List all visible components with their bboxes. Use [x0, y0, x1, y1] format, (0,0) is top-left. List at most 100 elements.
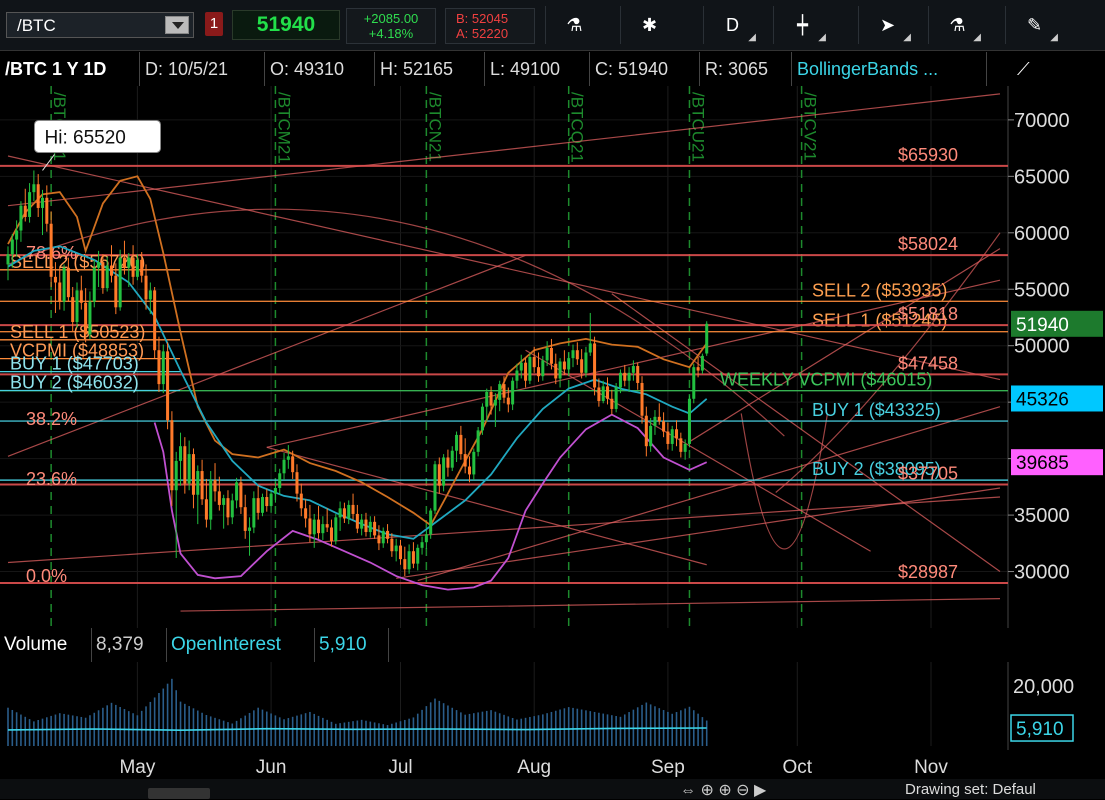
cursor-button[interactable]: ➤ ◢: [858, 6, 916, 44]
bid-ask: B: 52045 A: 52220: [445, 8, 535, 44]
candle-body: [450, 450, 454, 468]
expiry-label: /BTCM21: [274, 92, 293, 164]
candle-body: [644, 415, 648, 447]
candle-body: [411, 551, 415, 564]
study-settings-icon[interactable]: ⟋: [1012, 52, 1052, 86]
study-label[interactable]: BollingerBands ...: [792, 52, 987, 86]
candle-body: [295, 472, 299, 494]
candle-body: [506, 397, 510, 405]
drawing-tools-button[interactable]: ✎ ◢: [1005, 6, 1063, 44]
settings-button[interactable]: ✱: [620, 6, 678, 44]
studies-button[interactable]: ⚗: [545, 6, 603, 44]
candle-body: [653, 416, 657, 426]
candle-body: [209, 480, 213, 520]
trendline: [180, 598, 1001, 612]
candle-body: [575, 350, 579, 360]
zoom-controls[interactable]: ⇔ ⊕ ⊕ ⊖ ▶: [680, 780, 766, 800]
price-change: +2085.00 +4.18%: [346, 8, 436, 44]
y-tick-label: 60000: [1014, 223, 1070, 245]
candle-body: [15, 230, 19, 240]
candle-body: [213, 480, 217, 492]
candle-body: [166, 351, 170, 421]
period-button[interactable]: D ◢: [703, 6, 761, 44]
candle-body: [558, 361, 562, 379]
candle-body: [463, 454, 467, 467]
candle-body: [675, 429, 679, 439]
crosshair-icon[interactable]: ⊕: [700, 782, 713, 799]
candle-body: [140, 259, 144, 276]
x-tick-label: Jun: [256, 757, 287, 778]
level-label: BUY 1 ($43325): [812, 400, 941, 420]
candle-body: [53, 276, 57, 283]
candle-body: [618, 372, 622, 388]
candle-body: [636, 366, 640, 383]
candle-body: [269, 493, 273, 507]
candle-body: [256, 498, 260, 513]
bb-lower-line: [153, 413, 708, 591]
zoom-out-icon[interactable]: ⊖: [736, 782, 749, 799]
candle-body: [265, 497, 269, 507]
cursor-icon: ➤: [879, 15, 896, 35]
candle-body: [114, 275, 118, 308]
volume-axis: 20,000 5,910: [1010, 676, 1074, 742]
candle-body: [49, 223, 53, 277]
candle-body: [381, 530, 385, 544]
candle-body: [472, 451, 476, 475]
arc-line: [775, 232, 1001, 493]
candle-body: [226, 498, 230, 518]
candle-body: [394, 545, 398, 552]
candle-body: [364, 519, 368, 533]
candle-body: [84, 302, 88, 335]
studies-menu-button[interactable]: ⚗ ◢: [928, 6, 986, 44]
candle-body: [110, 265, 114, 276]
chart-style-button[interactable]: ┿ ◢: [773, 6, 831, 44]
candle-body: [489, 392, 493, 406]
candle-body: [528, 357, 532, 381]
candle-body: [329, 527, 333, 542]
pan-icon[interactable]: ⇔: [680, 782, 696, 799]
drawing-set-label[interactable]: Drawing set: Defaul: [905, 781, 1036, 798]
candle-body: [23, 205, 27, 217]
trendline: [266, 446, 707, 566]
symbol-selector[interactable]: /BTC: [6, 12, 194, 38]
candle-body: [480, 406, 484, 431]
time-axis: May Jun Jul Aug Sep Oct Nov: [0, 750, 1105, 779]
candle-body: [118, 257, 122, 308]
candle-body: [170, 420, 174, 491]
chevron-down-icon[interactable]: [165, 16, 189, 34]
zoom-in-icon[interactable]: ⊕: [718, 782, 731, 799]
candle-body: [286, 456, 290, 460]
symbol-text: /BTC: [17, 16, 56, 35]
info-open: O: 49310: [265, 52, 375, 86]
candle-body: [101, 262, 105, 289]
candle-body: [88, 301, 92, 335]
scrollbar-thumb[interactable]: [148, 788, 210, 799]
candle-body: [420, 542, 424, 548]
candle-body: [403, 559, 407, 570]
info-close: C: 51940: [590, 52, 700, 86]
bid-value: B: 52045: [456, 11, 509, 26]
candle-body: [243, 507, 247, 531]
trendline: [7, 496, 1001, 564]
candle-body: [519, 362, 523, 371]
volume-chart[interactable]: 20,000 5,910 May Jun Jul Aug Sep Oct Nov: [0, 662, 1105, 779]
candle-body: [485, 392, 489, 407]
candle-body: [282, 459, 286, 474]
candle-body: [498, 384, 502, 400]
candle-body: [524, 362, 528, 381]
candle-body: [416, 547, 420, 564]
info-low: L: 49100: [485, 52, 590, 86]
candle-body: [191, 454, 195, 495]
candle-body: [536, 367, 541, 377]
candle-body: [308, 518, 312, 535]
candle-body: [342, 508, 346, 519]
candle-body: [545, 347, 549, 361]
candle-body: [10, 239, 14, 255]
bottom-bar: ⇔ ⊕ ⊕ ⊖ ▶ Drawing set: Defaul: [0, 779, 1105, 799]
alert-badge[interactable]: 1: [205, 12, 223, 36]
price-chart[interactable]: /BTCK21/BTCM21/BTCN21/BTCQ21/BTCU21/BTCV…: [0, 86, 1105, 628]
play-icon[interactable]: ▶: [754, 782, 766, 799]
candle-body: [304, 508, 308, 519]
candle-body: [75, 290, 79, 322]
candle-body: [58, 282, 62, 302]
